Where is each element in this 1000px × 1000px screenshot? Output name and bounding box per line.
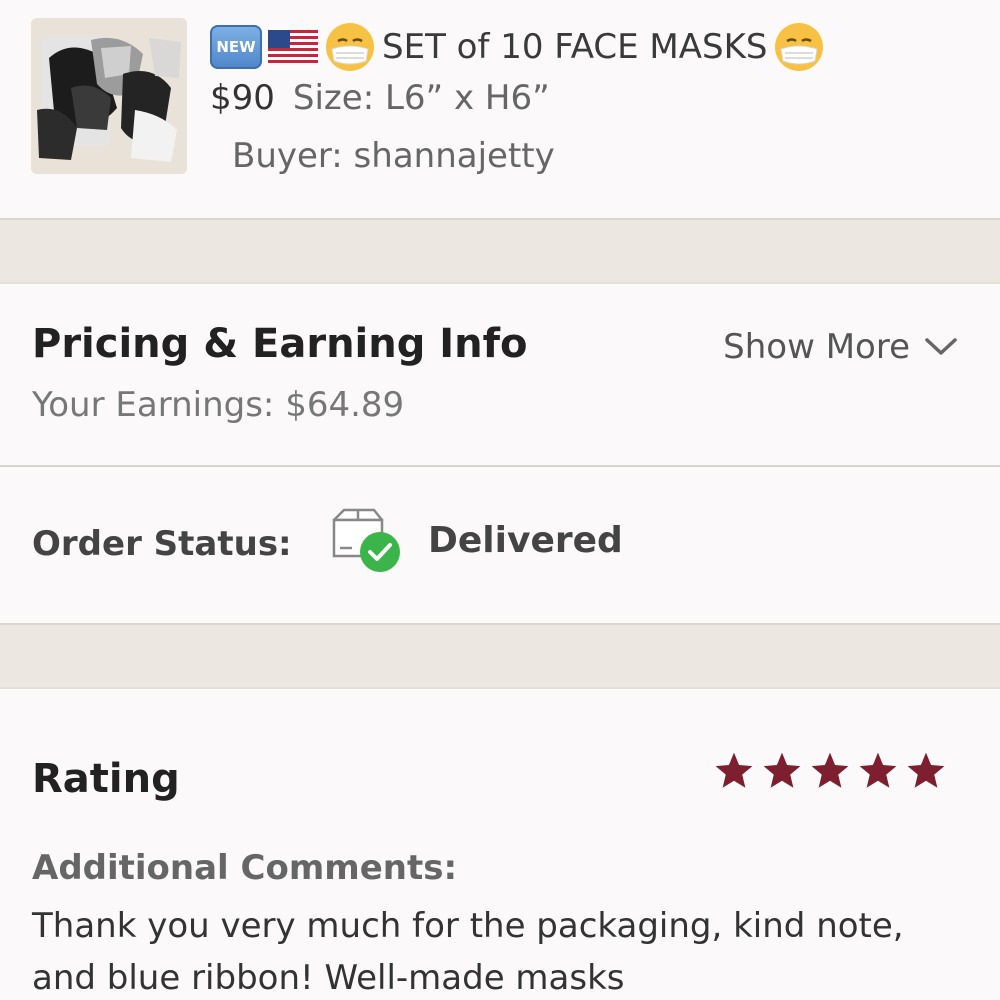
section-separator bbox=[0, 218, 1000, 284]
face-mask-emoji-icon bbox=[326, 23, 374, 71]
order-status-section: Order Status: Delivered bbox=[0, 468, 1000, 623]
chevron-down-icon bbox=[925, 338, 957, 355]
product-price: $90 bbox=[210, 78, 275, 118]
star-icon bbox=[859, 752, 897, 788]
product-title-row[interactable]: NEW SET of 10 FACE MASKS bbox=[210, 22, 825, 72]
show-more-label: Show More bbox=[723, 327, 910, 367]
pricing-title: Pricing & Earning Info bbox=[32, 321, 528, 367]
product-summary[interactable]: NEW SET of 10 FACE MASKS $90 Size: L6” x… bbox=[0, 0, 1000, 218]
delivered-box-icon bbox=[332, 508, 400, 572]
show-more-button[interactable]: Show More bbox=[723, 327, 958, 367]
star-rating bbox=[712, 750, 948, 792]
your-earnings: Your Earnings: $64.89 bbox=[32, 385, 405, 425]
pricing-section: Pricing & Earning Info Your Earnings: $6… bbox=[0, 285, 1000, 465]
new-badge: NEW bbox=[210, 25, 262, 69]
order-status-label: Order Status: bbox=[32, 524, 292, 564]
additional-comments-text: Thank you very much for the packaging, k… bbox=[32, 906, 904, 998]
star-icon bbox=[811, 752, 849, 788]
divider bbox=[0, 465, 1000, 467]
face-mask-emoji-icon bbox=[775, 23, 824, 71]
star-icon bbox=[763, 752, 801, 788]
order-detail-page: NEW SET of 10 FACE MASKS $90 Size: L6” x… bbox=[0, 0, 1000, 1000]
rating-title: Rating bbox=[32, 756, 180, 802]
section-separator bbox=[0, 623, 1000, 689]
star-icon bbox=[907, 752, 945, 788]
rating-section: Rating Additional Comments: Thank you ve… bbox=[0, 688, 1000, 1000]
us-flag-icon bbox=[268, 30, 318, 64]
order-status-value: Delivered bbox=[428, 520, 623, 561]
star-icon bbox=[715, 752, 753, 788]
product-size: Size: L6” x H6” bbox=[292, 78, 550, 118]
price-size-row: $90 Size: L6” x H6” bbox=[210, 78, 550, 118]
product-thumbnail[interactable] bbox=[31, 18, 187, 174]
buyer-name[interactable]: Buyer: shannajetty bbox=[232, 136, 555, 176]
additional-comments-label: Additional Comments: bbox=[32, 848, 458, 888]
product-title: SET of 10 FACE MASKS bbox=[382, 27, 768, 67]
